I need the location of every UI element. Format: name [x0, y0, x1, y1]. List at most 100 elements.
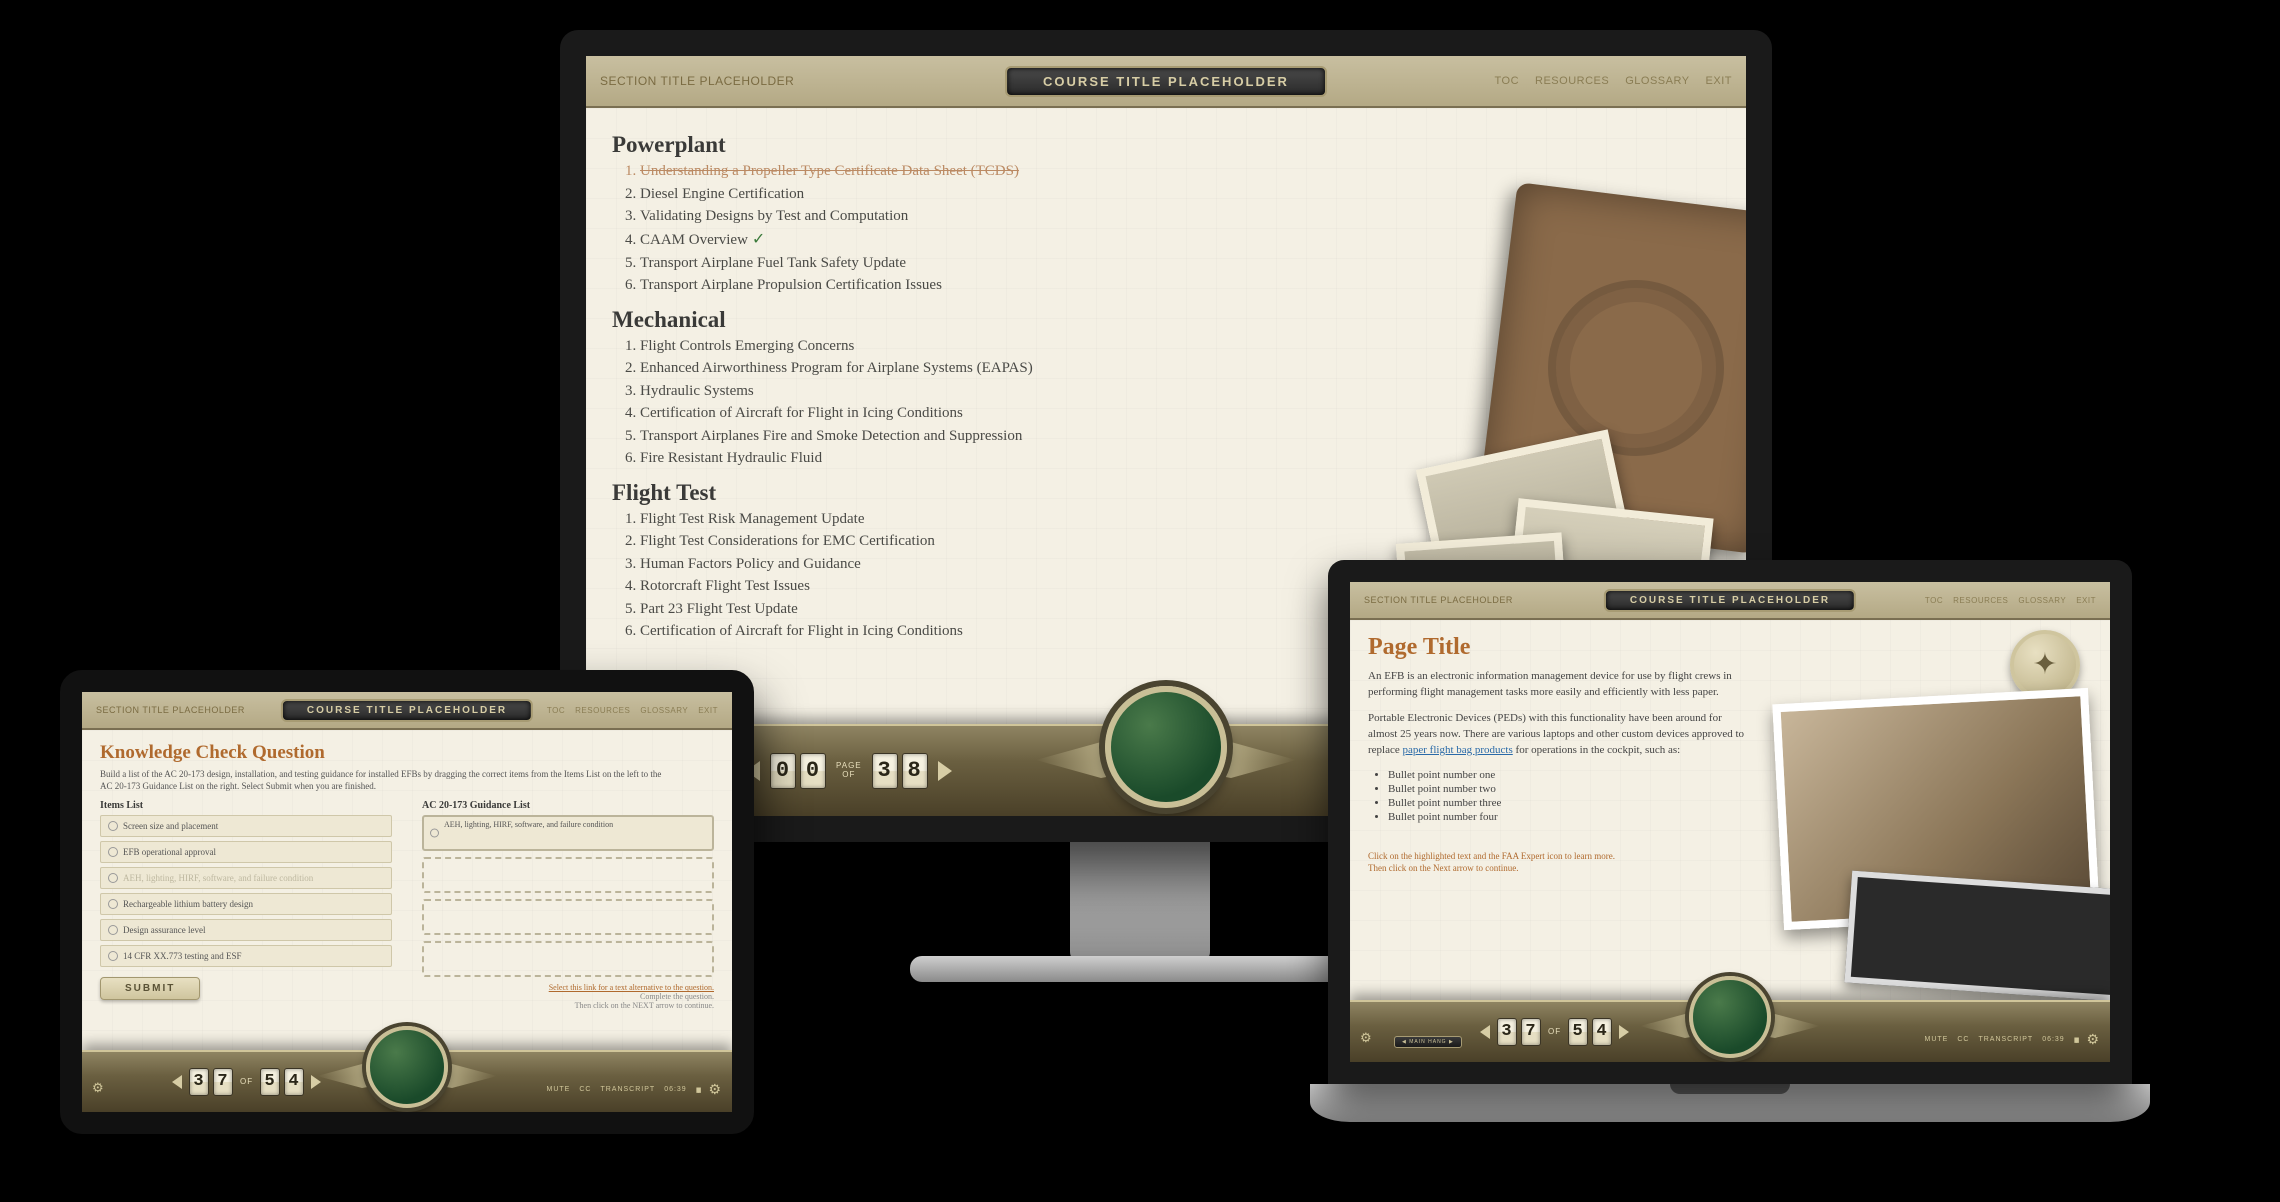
drop-slot-filled[interactable]: AEH, lighting, HIRF, software, and failu…: [422, 815, 714, 851]
mute-button[interactable]: MUTE: [546, 1086, 570, 1093]
digit: 7: [213, 1068, 233, 1096]
course-title-plate: COURSE TITLE PLACEHOLDER: [1604, 589, 1856, 612]
hint-text: Then click on the NEXT arrow to continue…: [422, 1001, 714, 1010]
kc-footer-hints: Select this link for a text alternative …: [422, 983, 714, 1010]
of-word: OF: [842, 771, 855, 780]
digit: 0: [770, 753, 796, 789]
total-page-digits: 3 8: [872, 753, 928, 789]
draggable-item[interactable]: Rechargeable lithium battery design: [100, 893, 392, 915]
total-page-digits: 5 4: [1568, 1018, 1612, 1046]
hint-text: Complete the question.: [422, 992, 714, 1001]
pager: 3 7 OF 5 4: [172, 1068, 321, 1096]
page-of-label: OF: [240, 1078, 253, 1087]
drop-slot-empty[interactable]: [422, 857, 714, 893]
drop-slot-empty[interactable]: [422, 899, 714, 935]
gear-icon[interactable]: [2086, 1031, 2100, 1048]
nav-glossary[interactable]: GLOSSARY: [640, 706, 688, 715]
cc-button[interactable]: CC: [1957, 1036, 1969, 1043]
digit: 4: [284, 1068, 304, 1096]
secondary-photo: [1844, 871, 2110, 1002]
toc-item[interactable]: Understanding a Propeller Type Certifica…: [640, 160, 1720, 183]
nav-exit[interactable]: EXIT: [2076, 596, 2096, 605]
of-word: OF: [240, 1078, 253, 1087]
time-display: 06:39: [664, 1086, 687, 1093]
knowledge-check-columns: Items List Screen size and placement EFB…: [100, 800, 714, 1010]
pause-icon[interactable]: [2074, 1036, 2078, 1044]
course-title-plate: COURSE TITLE PLACEHOLDER: [281, 699, 533, 722]
nav-glossary[interactable]: GLOSSARY: [1625, 75, 1689, 87]
total-page-digits: 5 4: [260, 1068, 304, 1096]
footer-bar: ⚙ ◀ MAIN HANG ▶ 3 7 OF 5 4 MU: [1350, 1000, 2110, 1062]
mute-button[interactable]: MUTE: [1924, 1036, 1948, 1043]
digit: 0: [800, 753, 826, 789]
current-page-digits: 3 7: [1497, 1018, 1541, 1046]
footer-controls: MUTE CC TRANSCRIPT 06:39: [546, 1081, 722, 1098]
draggable-item[interactable]: Screen size and placement: [100, 815, 392, 837]
page-of-label: OF: [1548, 1028, 1561, 1037]
body-paragraph: Portable Electronic Devices (PEDs) with …: [1368, 711, 1744, 759]
laptop-base: [1310, 1084, 2150, 1122]
laptop-screen: SECTION TITLE PLACEHOLDER COURSE TITLE P…: [1328, 560, 2132, 1084]
footer-bar: ⚙ 3 7 OF 5 4 MUTE CC: [82, 1050, 732, 1112]
next-page-arrow[interactable]: [311, 1075, 321, 1089]
header-bar: SECTION TITLE PLACEHOLDER COURSE TITLE P…: [1350, 582, 2110, 620]
items-list-heading: Items List: [100, 800, 392, 811]
next-page-arrow[interactable]: [938, 761, 952, 781]
submit-button[interactable]: SUBMIT: [100, 977, 200, 1000]
of-word: OF: [1548, 1028, 1561, 1037]
nav-toc[interactable]: TOC: [547, 706, 565, 715]
nav-exit[interactable]: EXIT: [698, 706, 718, 715]
nav-glossary[interactable]: GLOSSARY: [2018, 596, 2066, 605]
draggable-item[interactable]: EFB operational approval: [100, 841, 392, 863]
current-page-digits: 0 0: [770, 753, 826, 789]
dropped-item-label: AEH, lighting, HIRF, software, and failu…: [424, 817, 712, 832]
digit: 3: [189, 1068, 209, 1096]
prev-page-arrow[interactable]: [172, 1075, 182, 1089]
draggable-item-used[interactable]: AEH, lighting, HIRF, software, and failu…: [100, 867, 392, 889]
guidance-list-heading: AC 20-173 Guidance List: [422, 800, 714, 811]
next-page-arrow[interactable]: [1619, 1025, 1629, 1039]
header-bar: SECTION TITLE PLACEHOLDER COURSE TITLE P…: [586, 56, 1746, 108]
monitor-stand: [1070, 842, 1210, 962]
section-title-placeholder: SECTION TITLE PLACEHOLDER: [1364, 595, 1513, 605]
header-nav: TOC RESOURCES GLOSSARY EXIT: [1925, 596, 2096, 605]
transcript-button[interactable]: TRANSCRIPT: [600, 1086, 655, 1093]
pause-icon[interactable]: [696, 1086, 700, 1094]
section-heading-powerplant: Powerplant: [612, 132, 1720, 158]
settings-gear-icon[interactable]: ⚙: [92, 1080, 104, 1096]
nav-resources[interactable]: RESOURCES: [1535, 75, 1609, 87]
nav-toc[interactable]: TOC: [1495, 75, 1520, 87]
footer-controls: MUTE CC TRANSCRIPT 06:39: [1924, 1031, 2100, 1048]
pager: 3 7 OF 5 4: [1480, 1018, 1629, 1046]
settings-gear-icon[interactable]: ⚙: [1360, 1030, 1372, 1046]
transcript-button[interactable]: TRANSCRIPT: [1978, 1036, 2033, 1043]
faa-seal-icon: [1105, 686, 1227, 808]
page-title: Page Title: [1368, 634, 2092, 661]
header-bar: SECTION TITLE PLACEHOLDER COURSE TITLE P…: [82, 692, 732, 730]
draggable-item[interactable]: Design assurance level: [100, 919, 392, 941]
guidance-list-column: AC 20-173 Guidance List AEH, lighting, H…: [422, 800, 714, 1010]
inline-link[interactable]: paper flight bag products: [1403, 744, 1513, 756]
faa-seal-icon: [1689, 976, 1771, 1058]
draggable-item[interactable]: 14 CFR XX.773 testing and ESF: [100, 945, 392, 967]
laptop-device: SECTION TITLE PLACEHOLDER COURSE TITLE P…: [1310, 560, 2150, 1122]
text-alternative-link[interactable]: Select this link for a text alternative …: [549, 983, 714, 992]
channel-plate: ◀ MAIN HANG ▶: [1394, 1036, 1462, 1048]
section-title-placeholder: SECTION TITLE PLACEHOLDER: [96, 705, 245, 715]
digit: 4: [1592, 1018, 1612, 1046]
nav-resources[interactable]: RESOURCES: [575, 706, 630, 715]
nav-resources[interactable]: RESOURCES: [1953, 596, 2008, 605]
tablet-device: SECTION TITLE PLACEHOLDER COURSE TITLE P…: [60, 670, 760, 1134]
digit: 5: [260, 1068, 280, 1096]
cc-button[interactable]: CC: [579, 1086, 591, 1093]
checkmark-icon: ✓: [752, 231, 765, 248]
laptop-content: ✦ Page Title An EFB is an electronic inf…: [1350, 620, 2110, 1014]
nav-exit[interactable]: EXIT: [1706, 75, 1732, 87]
gear-icon[interactable]: [708, 1081, 722, 1098]
digit: 8: [902, 753, 928, 789]
header-nav: TOC RESOURCES GLOSSARY EXIT: [1495, 75, 1733, 87]
drop-slot-empty[interactable]: [422, 941, 714, 977]
nav-toc[interactable]: TOC: [1925, 596, 1943, 605]
prev-page-arrow[interactable]: [1480, 1025, 1490, 1039]
page-title: Knowledge Check Question: [100, 742, 714, 764]
